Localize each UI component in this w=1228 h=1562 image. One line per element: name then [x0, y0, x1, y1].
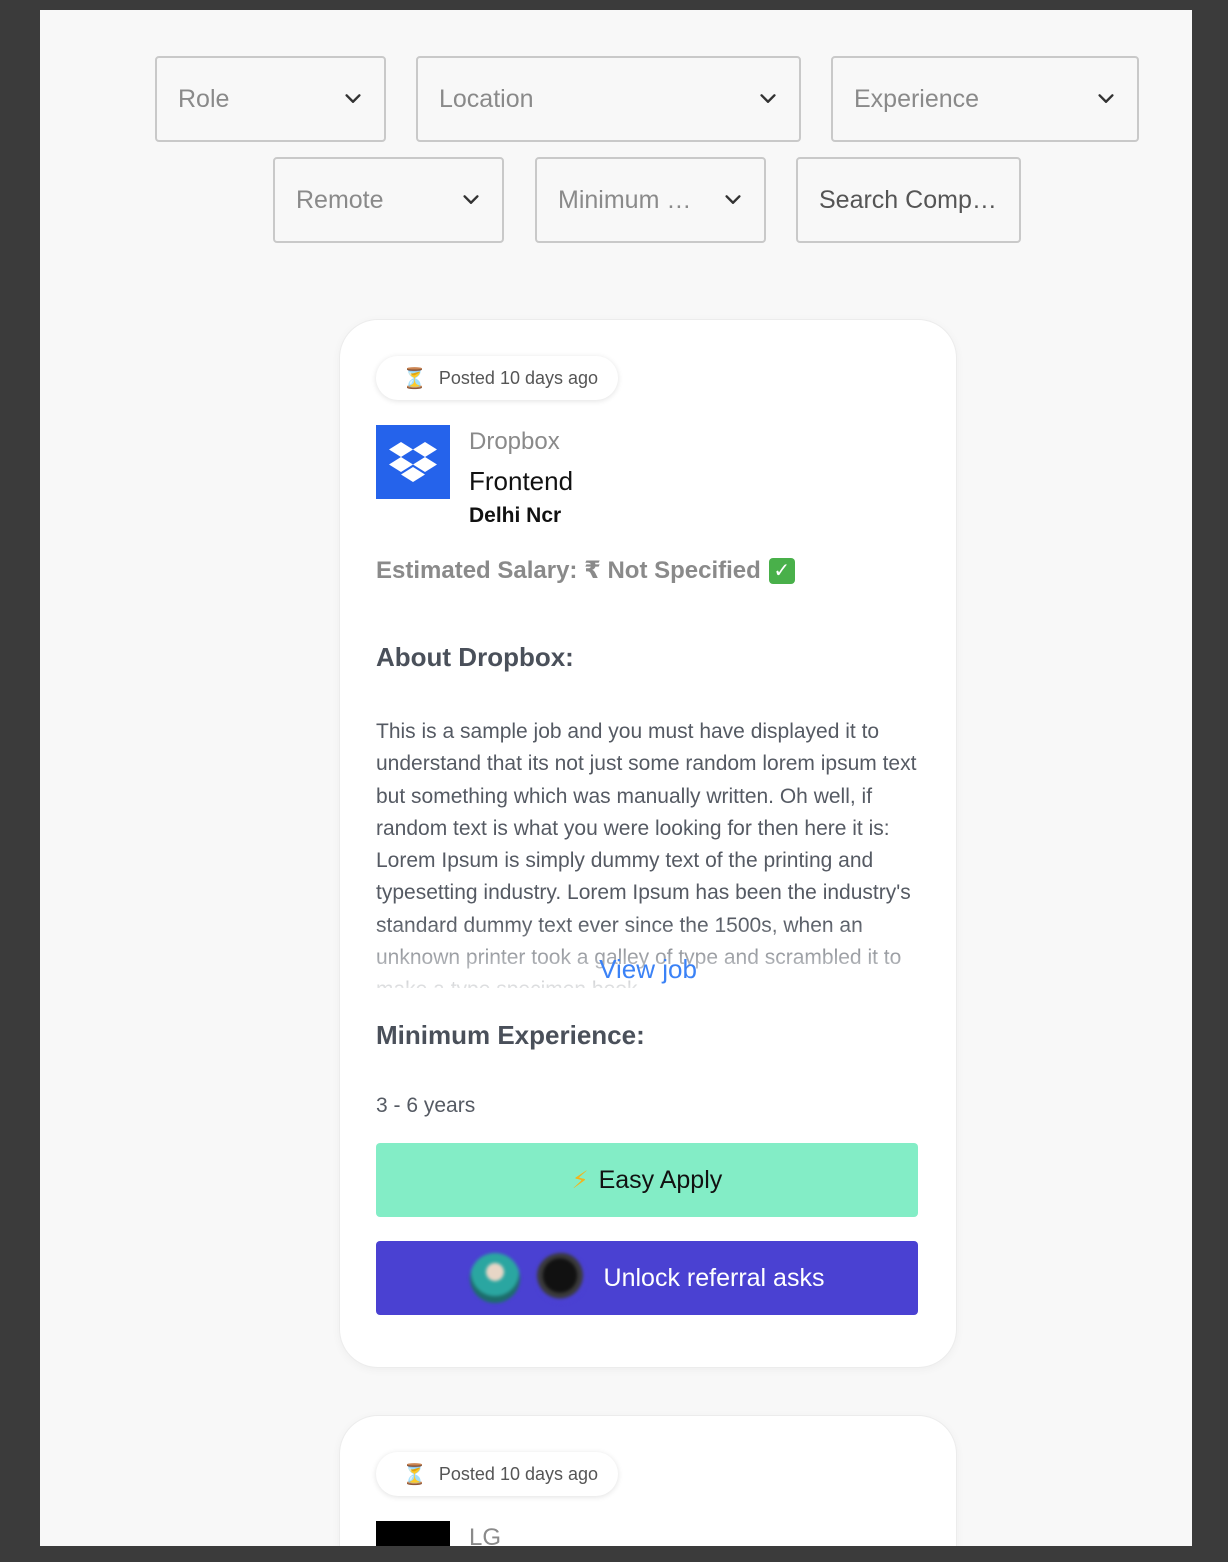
- job-role: Frontend: [469, 466, 574, 496]
- remote-select[interactable]: Remote: [273, 157, 504, 243]
- unlock-referral-label: Unlock referral asks: [603, 1263, 825, 1292]
- chevron-down-icon: [1098, 94, 1114, 103]
- job-card: ⏳ Posted 10 days ago LG: [340, 1416, 956, 1546]
- role-select-label: Role: [178, 84, 230, 113]
- lightning-icon: ⚡: [571, 1166, 589, 1194]
- view-job-link[interactable]: View job: [340, 954, 956, 985]
- referrer-avatars: [469, 1253, 586, 1303]
- company-logo: [376, 1521, 450, 1546]
- chevron-down-icon: [760, 94, 776, 103]
- salary-text: Estimated Salary: ₹ Not Specified: [376, 557, 761, 584]
- experience-select-label: Experience: [854, 84, 980, 113]
- check-mark-icon: ✓: [768, 557, 795, 584]
- unlock-referral-button[interactable]: Unlock referral asks: [376, 1241, 918, 1315]
- avatar: [469, 1253, 520, 1303]
- easy-apply-button[interactable]: ⚡ Easy Apply: [376, 1143, 918, 1217]
- posted-badge: ⏳ Posted 10 days ago: [376, 356, 619, 400]
- posted-badge: ⏳ Posted 10 days ago: [376, 1452, 619, 1496]
- company-name: LG: [469, 1524, 502, 1546]
- remote-select-label: Remote: [296, 185, 384, 214]
- job-location: Delhi Ncr: [469, 504, 562, 527]
- job-card: ⏳ Posted 10 days ago Dropbox Frontend De…: [340, 320, 956, 1367]
- dropbox-logo-icon: [389, 442, 437, 482]
- hourglass-icon: ⏳: [402, 367, 427, 390]
- experience-select[interactable]: Experience: [831, 56, 1139, 142]
- job-board-page: Role Location Experience Remote Minimum …: [40, 10, 1192, 1546]
- minimum-salary-select[interactable]: Minimum …: [535, 157, 766, 243]
- hourglass-icon: ⏳: [402, 1463, 427, 1486]
- easy-apply-label: Easy Apply: [598, 1165, 723, 1194]
- experience-heading: Minimum Experience:: [376, 1020, 645, 1050]
- chevron-down-icon: [463, 195, 479, 204]
- experience-value: 3 - 6 years: [376, 1094, 476, 1117]
- estimated-salary: Estimated Salary: ₹ Not Specified ✓: [376, 556, 795, 585]
- posted-text: Posted 10 days ago: [438, 367, 599, 388]
- company-name: Dropbox: [469, 428, 560, 455]
- role-select[interactable]: Role: [155, 56, 386, 142]
- company-logo: [376, 425, 450, 499]
- chevron-down-icon: [345, 94, 361, 103]
- chevron-down-icon: [725, 195, 741, 204]
- minimum-select-label: Minimum …: [558, 185, 692, 214]
- location-select[interactable]: Location: [416, 56, 801, 142]
- posted-text: Posted 10 days ago: [438, 1463, 599, 1484]
- search-company-input[interactable]: Search Comp…: [796, 157, 1021, 243]
- avatar: [535, 1253, 586, 1303]
- location-select-label: Location: [439, 84, 534, 113]
- about-heading: About Dropbox:: [376, 642, 574, 672]
- search-company-placeholder: Search Comp…: [819, 185, 997, 214]
